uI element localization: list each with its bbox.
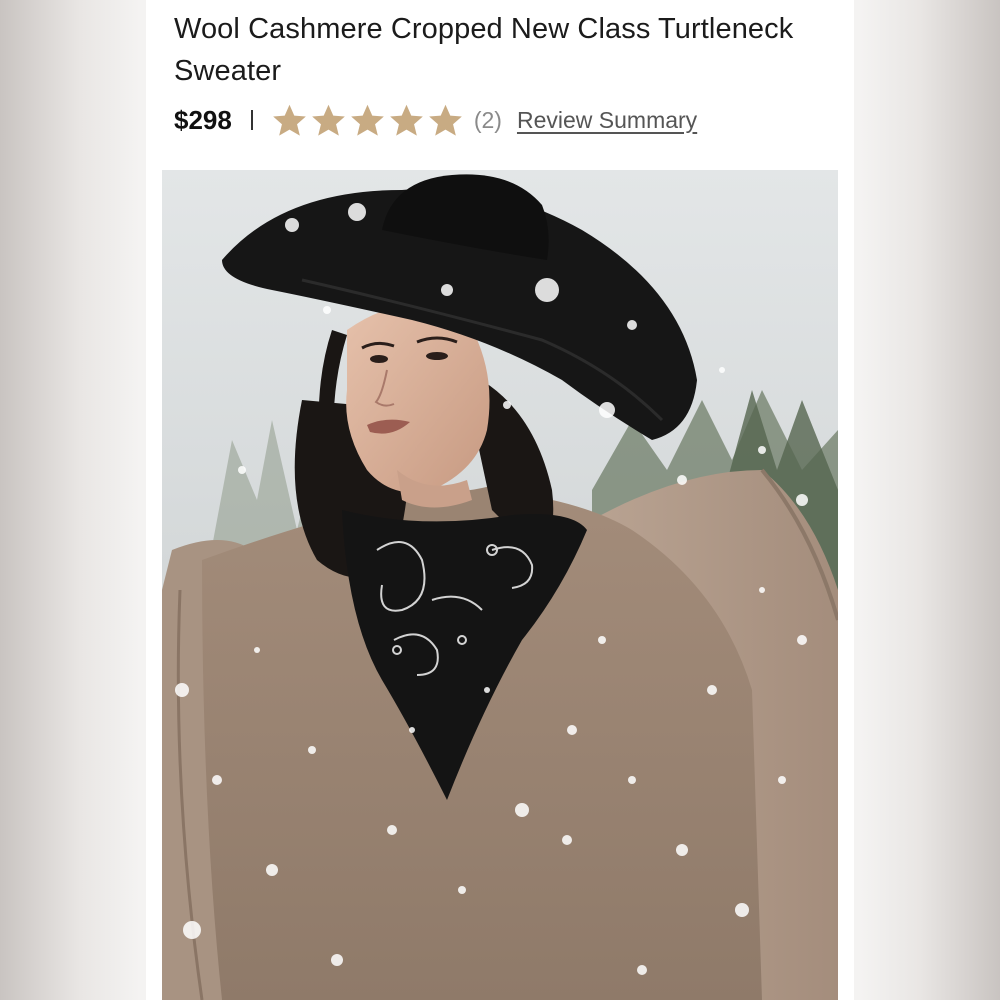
star-icon (273, 104, 306, 136)
star-icon (351, 104, 384, 136)
product-page: Wool Cashmere Cropped New Class Turtlene… (146, 0, 854, 1000)
review-summary-link[interactable]: Review Summary (517, 107, 697, 134)
divider (250, 110, 253, 130)
product-photo[interactable] (162, 170, 838, 1000)
rating-stars[interactable] (271, 102, 464, 139)
model-illustration (162, 170, 838, 1000)
star-icon (429, 104, 462, 136)
star-icon (312, 104, 345, 136)
star-icon (390, 104, 423, 136)
product-title: Wool Cashmere Cropped New Class Turtlene… (174, 13, 794, 87)
price-rating-row: $298 (2) Review Summary (174, 98, 697, 142)
review-count[interactable]: (2) (474, 107, 502, 134)
product-price: $298 (174, 104, 232, 135)
